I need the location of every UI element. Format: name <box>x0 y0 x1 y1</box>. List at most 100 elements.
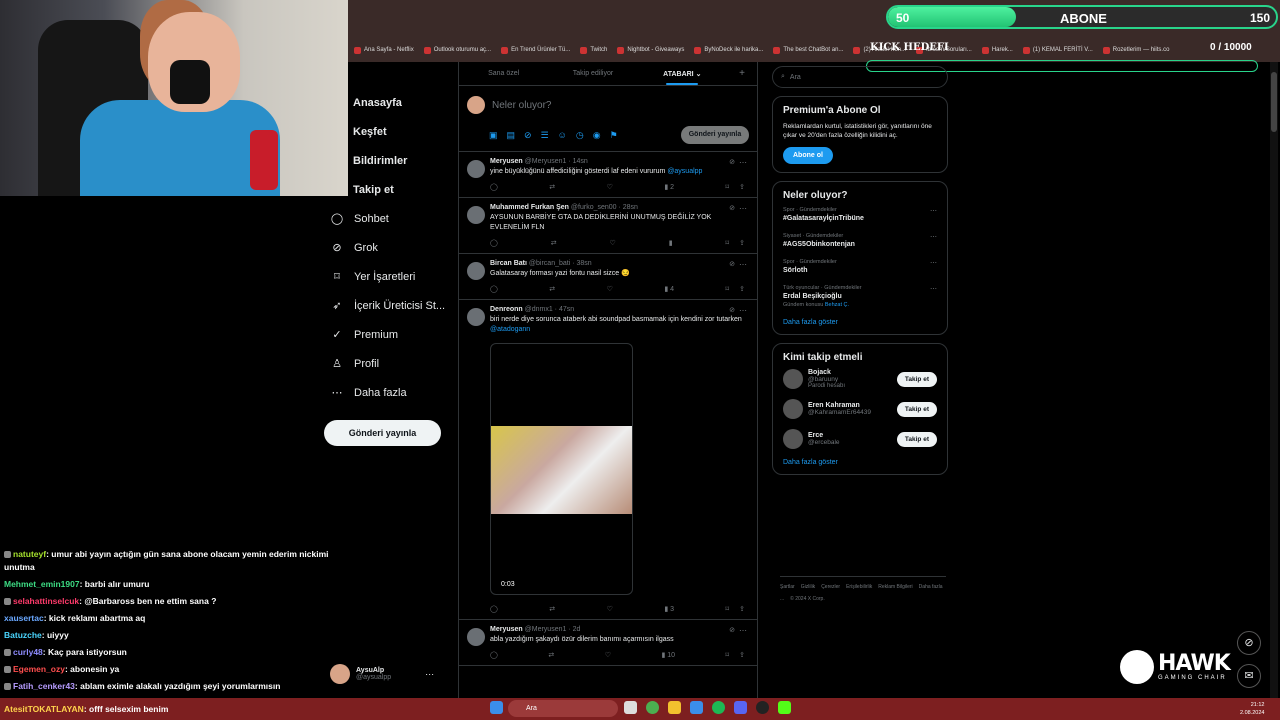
more-icon[interactable]: ⋯ <box>739 260 747 269</box>
like-icon[interactable]: ♡ <box>607 285 613 293</box>
retweet-icon[interactable]: ⇄ <box>549 183 555 191</box>
like-icon[interactable]: ♡ <box>605 651 611 659</box>
tweet-author[interactable]: Denreonn <box>490 306 523 313</box>
bookmark-icon[interactable]: ⌑ <box>726 183 730 191</box>
share-icon[interactable]: ⇪ <box>739 285 745 293</box>
bookmark-item[interactable]: Outlook oturumu aç... <box>423 46 491 54</box>
grok-icon[interactable]: ⊘ <box>729 626 735 634</box>
chat-user[interactable]: Batuzche <box>4 630 42 640</box>
reply-icon[interactable]: ◯ <box>490 239 498 247</box>
reply-icon[interactable]: ◯ <box>490 605 498 613</box>
location-icon[interactable]: ◉ <box>593 130 601 141</box>
chat-user[interactable]: Egemen_ozy <box>13 664 65 674</box>
messages-fab-icon[interactable]: ✉ <box>1237 664 1261 688</box>
grok-icon[interactable]: ⊘ <box>729 204 735 212</box>
chrome-icon[interactable] <box>646 701 659 714</box>
more-icon[interactable]: ⋯ <box>930 285 937 293</box>
avatar[interactable] <box>783 369 803 389</box>
views-button[interactable]: ▮ 2 <box>664 183 674 191</box>
more-icon[interactable]: ⋯ <box>425 669 434 680</box>
reply-icon[interactable]: ◯ <box>490 285 498 293</box>
bookmark-item[interactable]: Harek... <box>981 46 1013 54</box>
bookmark-icon[interactable]: ⌑ <box>725 239 729 247</box>
avatar[interactable] <box>467 262 485 280</box>
more-icon[interactable]: ⋯ <box>739 306 747 315</box>
trend-item[interactable]: Spor · Gündemdekiler #GalatasarayİçinTrib… <box>783 207 937 222</box>
chat-user[interactable]: curly48 <box>13 647 43 657</box>
footer-link[interactable]: Erişilebilirlik <box>846 584 872 590</box>
tweet-author[interactable]: Meryusen <box>490 626 523 633</box>
more-icon[interactable]: ⋯ <box>739 158 747 167</box>
nav-item-chat[interactable]: ◯ Sohbet <box>322 204 458 233</box>
poll-icon[interactable]: ☰ <box>541 130 549 141</box>
nav-item-profile[interactable]: ♙ Profil <box>322 349 458 378</box>
bookmark-item[interactable]: Rozetlerim — hiits.co <box>1102 46 1169 54</box>
subscribe-button[interactable]: Abone ol <box>783 147 833 164</box>
views-button[interactable]: ▮ 3 <box>664 605 674 613</box>
who-item[interactable]: Erce @ercebale Takip et <box>783 429 937 449</box>
tweet-author[interactable]: Meryusen <box>490 158 523 165</box>
folder-icon[interactable] <box>668 701 681 714</box>
retweet-icon[interactable]: ⇄ <box>549 285 555 293</box>
windows-start-icon[interactable] <box>490 701 503 714</box>
avatar[interactable] <box>783 399 803 419</box>
chat-user[interactable]: Mehmet_emin1907 <box>4 579 80 589</box>
spotify-icon[interactable] <box>712 701 725 714</box>
bookmark-item[interactable]: Nightbot - Giveaways <box>617 46 684 54</box>
tweet[interactable]: ⊘ ⋯ Meryusen @Meryusen1 · 2d abla yazdığım … <box>459 620 757 666</box>
tweet[interactable]: ⊘ ⋯ Meryusen @Meryusen1 · 14sn yine büyüklü… <box>459 152 757 198</box>
schedule-icon[interactable]: ◷ <box>576 130 584 141</box>
kick-icon[interactable] <box>778 701 791 714</box>
share-icon[interactable]: ⇪ <box>739 183 745 191</box>
gif-icon[interactable]: ▤ <box>507 130 516 141</box>
grok-icon[interactable]: ⊘ <box>729 158 735 166</box>
tweet-mention[interactable]: @atadogann <box>490 326 530 333</box>
nav-item-explore[interactable]: Keşfet <box>322 117 458 146</box>
bookmark-item[interactable]: ByNoDeck ile harika... <box>694 46 763 54</box>
share-icon[interactable]: ⇪ <box>739 239 745 247</box>
add-tab-icon[interactable]: + <box>727 68 757 79</box>
who-show-more[interactable]: Daha fazla göster <box>783 459 937 466</box>
nav-item-premium[interactable]: ✓ Premium <box>322 320 458 349</box>
tweet[interactable]: ⊘ ⋯ Bircan Batı @bircan_bati · 38sn Galatas… <box>459 254 757 300</box>
tweet[interactable]: ⊘ ⋯ Denreonn @dnmx1 · 47sn biri nerde diye … <box>459 300 757 620</box>
nav-item-follow[interactable]: Takip et <box>322 175 458 204</box>
follow-button[interactable]: Takip et <box>896 372 937 387</box>
trend-extra-link[interactable]: Behzat Ç. <box>825 302 849 308</box>
chat-user[interactable]: selahattinselcuk <box>13 596 79 606</box>
avatar[interactable] <box>783 429 803 449</box>
nav-item-bell[interactable]: Bildirimler <box>322 146 458 175</box>
tweet-mention[interactable]: @aysualpp <box>667 168 702 175</box>
taskbar-clock[interactable]: 21:12 2.08.2024 <box>1240 701 1264 717</box>
grok-icon[interactable]: ⊘ <box>729 306 735 314</box>
more-icon[interactable]: ⋯ <box>930 207 937 215</box>
bookmark-icon[interactable]: ⌑ <box>726 651 730 659</box>
post-button[interactable]: Gönderi yayınla <box>324 420 441 446</box>
more-icon[interactable]: ⋯ <box>930 233 937 241</box>
bookmark-icon[interactable]: ⌑ <box>726 285 730 293</box>
store-icon[interactable] <box>690 701 703 714</box>
trend-item[interactable]: Türk oyuncular · Gündemdekiler Erdal Beşi… <box>783 285 937 308</box>
like-icon[interactable]: ♡ <box>607 605 613 613</box>
views-button[interactable]: ▮ 10 <box>661 651 675 659</box>
who-item[interactable]: Eren Kahraman @KahramamEr64439 Takip et <box>783 399 937 419</box>
more-icon[interactable]: ⋯ <box>739 204 747 213</box>
avatar[interactable] <box>467 206 485 224</box>
like-icon[interactable]: ♡ <box>610 239 616 247</box>
trend-item[interactable]: Spor · Gündemdekiler Sörloth ⋯ <box>783 259 937 274</box>
obs-icon[interactable] <box>756 701 769 714</box>
trends-show-more[interactable]: Daha fazla göster <box>783 319 937 326</box>
chat-user[interactable]: Fatih_cenker43 <box>13 681 75 691</box>
search-input[interactable]: ⌕ Ara <box>772 66 948 88</box>
composer-input[interactable]: Neler oluyor? <box>492 100 551 111</box>
reply-icon[interactable]: ◯ <box>490 651 498 659</box>
bookmark-item[interactable]: Twitch <box>580 46 607 54</box>
footer-link[interactable]: Çerezler <box>821 584 840 590</box>
tab-atabari[interactable]: ATABARI ⌄ <box>638 70 727 85</box>
tweet[interactable]: ⊘ ⋯ Muhammed Furkan Şen @furko_sen00 · 28s… <box>459 198 757 254</box>
retweet-icon[interactable]: ⇄ <box>551 239 557 247</box>
footer-link[interactable]: Reklam Bilgileri <box>878 584 912 590</box>
chat-user[interactable]: natuteyf <box>13 549 46 559</box>
grok-icon[interactable]: ⊘ <box>729 260 735 268</box>
tab-following[interactable]: Takip ediliyor <box>548 70 637 77</box>
